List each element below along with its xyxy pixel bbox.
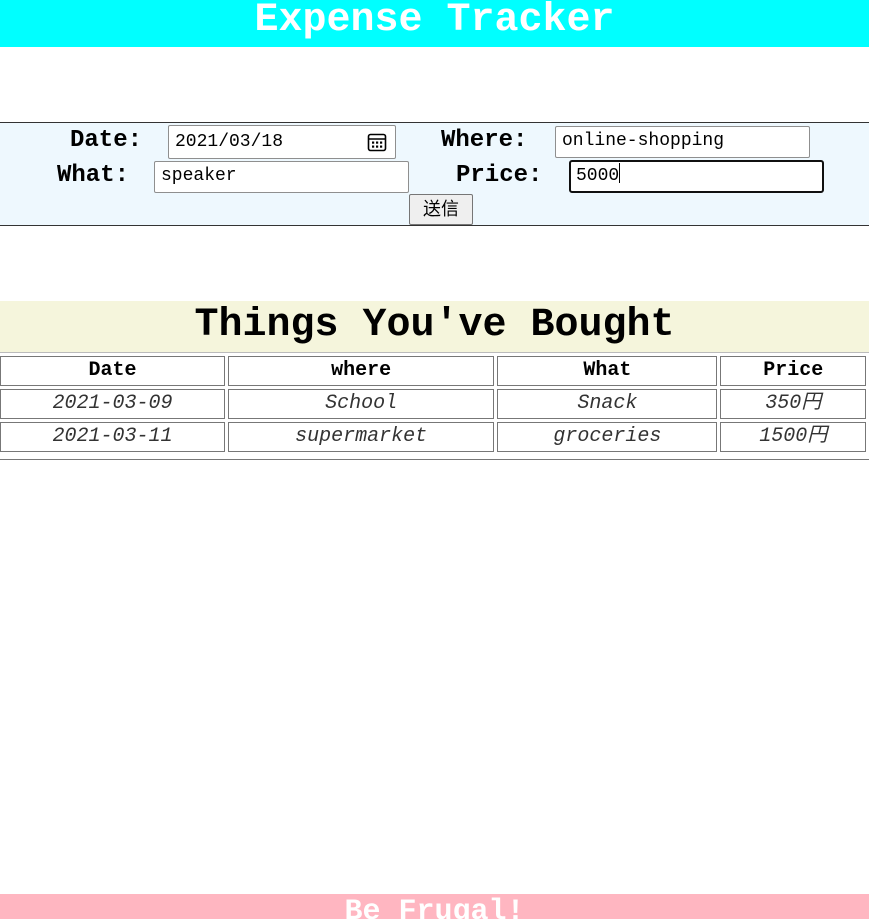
what-input-value: speaker	[161, 166, 237, 186]
cell-where: School	[227, 389, 495, 419]
price-label: Price:	[456, 162, 543, 189]
cell-where: supermarket	[227, 422, 495, 452]
what-label: What:	[57, 162, 130, 189]
column-header-date: Date	[0, 356, 225, 386]
cell-price: 1500円	[720, 422, 866, 452]
date-label: Date:	[70, 127, 143, 154]
cell-what: groceries	[497, 422, 718, 452]
cell-date: 2021-03-09	[0, 389, 225, 419]
what-input[interactable]: speaker	[154, 161, 409, 193]
where-input-value: online-shopping	[562, 131, 725, 151]
app-footer: Be Frugal!	[0, 894, 869, 919]
where-label: Where:	[441, 127, 528, 154]
app-title: Expense Tracker	[254, 0, 615, 43]
cell-what: Snack	[497, 389, 718, 419]
calendar-icon[interactable]	[367, 132, 387, 152]
column-header-where: where	[227, 356, 495, 386]
things-section-title: Things You've Bought	[0, 301, 869, 353]
column-header-price: Price	[720, 356, 866, 386]
footer-text: Be Frugal!	[344, 895, 525, 919]
expenses-table-wrapper: Date where What Price 2021-03-09 School …	[0, 353, 869, 460]
column-header-what: What	[497, 356, 718, 386]
cell-price: 350円	[720, 389, 866, 419]
expenses-table: Date where What Price 2021-03-09 School …	[0, 353, 869, 455]
table-row: 2021-03-11 supermarket groceries 1500円	[0, 422, 866, 452]
app-header: Expense Tracker	[0, 0, 869, 47]
date-input-value: 2021/03/18	[175, 132, 284, 152]
date-input[interactable]: 2021/03/18	[168, 125, 396, 159]
submit-button[interactable]: 送信	[409, 194, 473, 225]
price-input-value: 5000	[576, 166, 620, 186]
table-row: 2021-03-09 School Snack 350円	[0, 389, 866, 419]
where-input[interactable]: online-shopping	[555, 126, 810, 158]
cell-date: 2021-03-11	[0, 422, 225, 452]
things-title-text: Things You've Bought	[194, 303, 675, 348]
price-input[interactable]: 5000	[569, 160, 824, 193]
table-header-row: Date where What Price	[0, 356, 866, 386]
expense-form: Date: 2021/03/18 Where: online-shopping …	[0, 122, 869, 226]
text-caret	[619, 163, 621, 183]
